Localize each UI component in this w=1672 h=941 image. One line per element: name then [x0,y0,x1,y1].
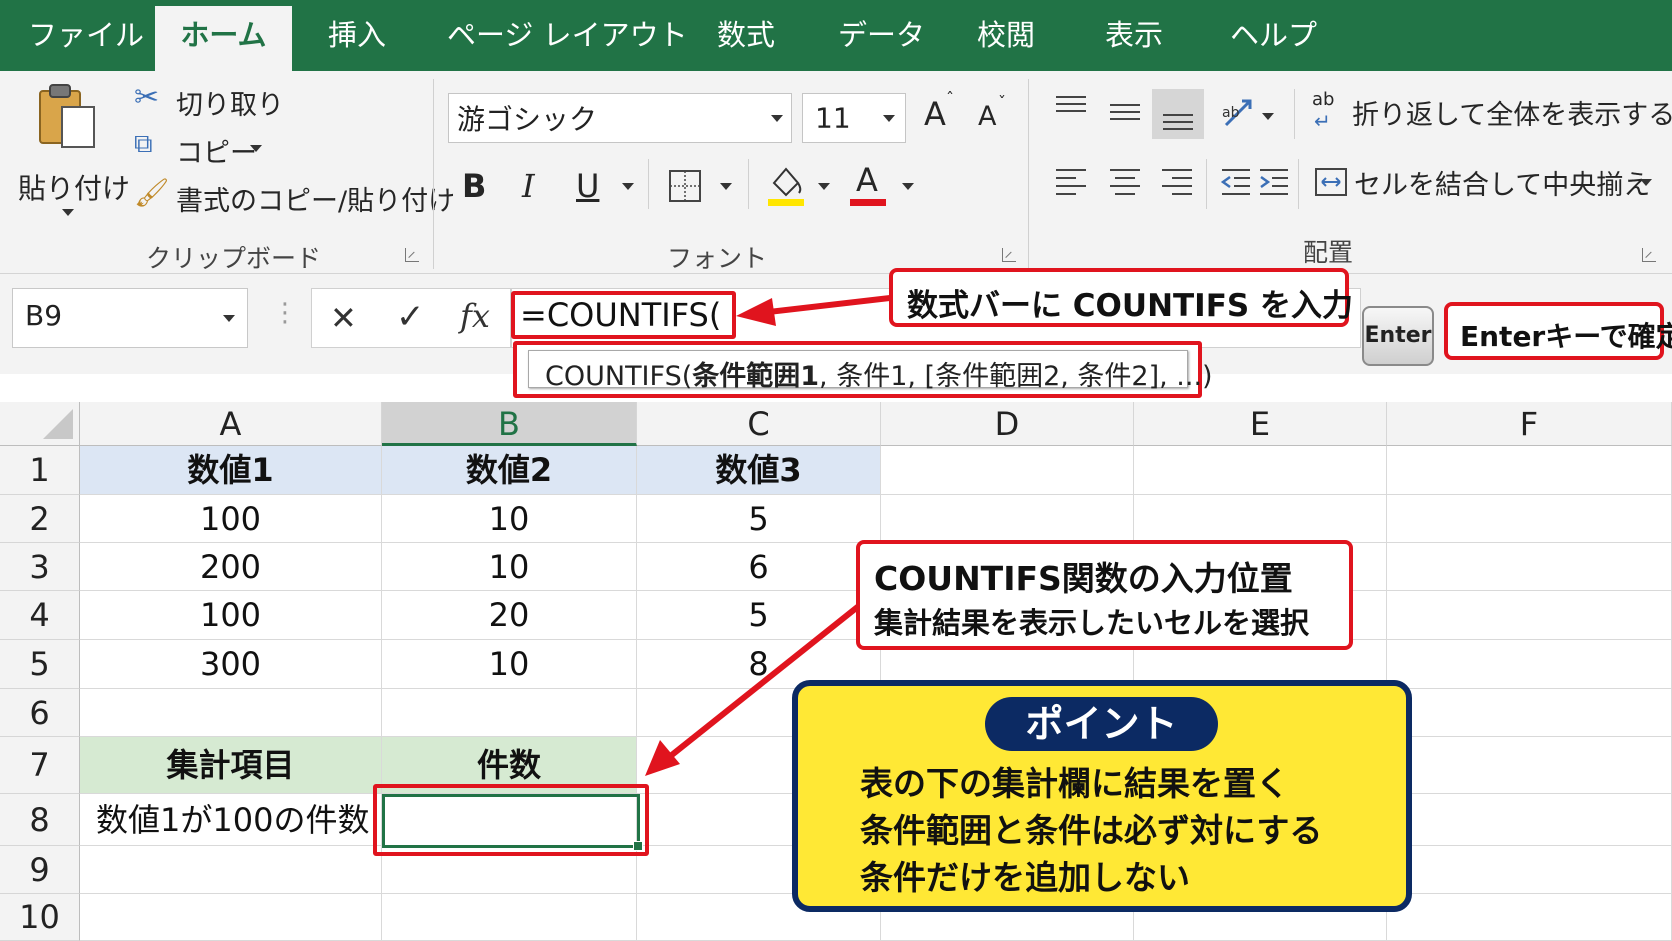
enter-callout-text: Enterキーで確定 [1460,320,1672,353]
input-position-subtitle: 集計結果を表示したいセルを選択 [874,606,1310,640]
enter-key-graphic: Enter [1362,306,1434,366]
point-line-3: 条件だけを追加しない [860,858,1190,897]
point-line-2: 条件範囲と条件は必ず対にする [860,811,1323,850]
input-position-title: COUNTIFS関数の入力位置 [874,559,1293,598]
point-line-1: 表の下の集計欄に結果を置く [860,764,1289,803]
input-position-callout: COUNTIFS関数の入力位置 集計結果を表示したいセルを選択 [856,540,1353,650]
formula-bar-callout: 数式バーに COUNTIFS を入力 [889,268,1353,327]
enter-callout: Enterキーで確定 [1444,302,1672,360]
point-badge: ポイント [985,697,1218,751]
formula-bar-callout-text: 数式バーに COUNTIFS を入力 [907,288,1353,324]
